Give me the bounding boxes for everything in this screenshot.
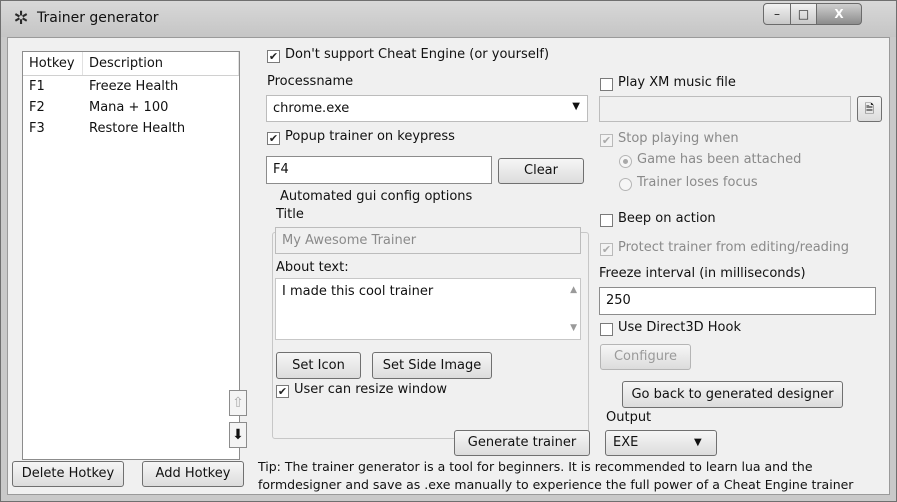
output-select[interactable]: EXE ▼ [605, 430, 717, 456]
direct3d-checkbox[interactable] [600, 323, 613, 336]
output-value: EXE [613, 435, 639, 450]
client-area: Hotkey Description F1 Freeze Health F2 M… [7, 37, 890, 495]
tip-line-1: Tip: The trainer generator is a tool for… [258, 459, 813, 474]
protect-label: Protect trainer from editing/reading [618, 240, 850, 255]
add-hotkey-button[interactable]: Add Hotkey [142, 461, 244, 487]
protect-checkbox[interactable]: ✔ [600, 243, 613, 256]
freeze-interval-input[interactable]: 250 [599, 287, 876, 315]
no-cheat-engine-checkbox[interactable]: ✔ [267, 50, 280, 63]
clear-button[interactable]: Clear [498, 158, 584, 184]
set-icon-button[interactable]: Set Icon [276, 352, 361, 379]
popup-label: Popup trainer on keypress [285, 129, 455, 144]
title-input[interactable]: My Awesome Trainer [275, 227, 581, 254]
no-cheat-engine-label: Don't support Cheat Engine (or yourself) [285, 47, 550, 62]
down-arrow-icon: ⬇ [232, 427, 244, 443]
radio-game-attached-label: Game has been attached [637, 152, 802, 167]
chevron-down-icon: ▼ [694, 437, 702, 448]
hotkey-row[interactable]: F3 Restore Health [23, 118, 239, 139]
chevron-down-icon: ▼ [572, 101, 580, 112]
hotkey-cell: F1 [29, 79, 45, 94]
generate-trainer-button[interactable]: Generate trainer [454, 430, 590, 456]
freeze-interval-label: Freeze interval (in milliseconds) [599, 266, 806, 281]
hotkey-cell: F3 [29, 121, 45, 136]
xm-file-input[interactable] [599, 96, 851, 122]
hotkey-cell: F2 [29, 100, 45, 115]
play-xm-label: Play XM music file [618, 75, 736, 90]
hotkey-row[interactable]: F2 Mana + 100 [23, 97, 239, 118]
stop-playing-checkbox[interactable]: ✔ [600, 134, 613, 147]
title-label: Title [276, 207, 304, 222]
browse-file-button[interactable]: 🗎 [857, 96, 882, 122]
delete-hotkey-button[interactable]: Delete Hotkey [12, 461, 124, 487]
hotkey-list-header: Hotkey Description [23, 52, 239, 76]
move-down-button[interactable]: ⬇ [229, 422, 247, 448]
hotkey-row[interactable]: F1 Freeze Health [23, 76, 239, 97]
trainer-generator-window: ✲ Trainer generator – □ X Hotkey Descrip… [0, 0, 897, 502]
description-cell: Mana + 100 [89, 100, 169, 115]
set-side-image-button[interactable]: Set Side Image [372, 352, 492, 379]
direct3d-label: Use Direct3D Hook [618, 320, 741, 335]
minimize-button[interactable]: – [763, 3, 791, 25]
about-label: About text: [276, 260, 349, 275]
scroll-down-icon[interactable]: ▼ [570, 323, 577, 333]
description-cell: Freeze Health [89, 79, 179, 94]
column-hotkey[interactable]: Hotkey [23, 52, 83, 75]
tip-line-2: formdesigner and save as .exe manually t… [258, 477, 854, 492]
up-arrow-icon: ⇧ [232, 395, 244, 411]
processname-select[interactable]: chrome.exe ▼ [266, 95, 588, 122]
beep-label: Beep on action [618, 211, 716, 226]
output-label: Output [606, 410, 652, 425]
move-up-button[interactable]: ⇧ [229, 390, 247, 416]
about-text: I made this cool trainer [282, 284, 434, 299]
beep-checkbox[interactable] [600, 214, 613, 227]
column-description[interactable]: Description [83, 52, 239, 75]
resize-checkbox[interactable]: ✔ [276, 385, 289, 398]
play-xm-checkbox[interactable] [600, 78, 613, 91]
configure-button[interactable]: Configure [600, 344, 691, 370]
description-cell: Restore Health [89, 121, 186, 136]
cheat-engine-gear-icon: ✲ [13, 8, 29, 29]
popup-checkbox[interactable]: ✔ [267, 132, 280, 145]
radio-game-attached[interactable] [619, 155, 632, 168]
title-bar[interactable]: ✲ Trainer generator – □ X [1, 1, 896, 37]
processname-value: chrome.exe [273, 101, 350, 116]
radio-loses-focus-label: Trainer loses focus [637, 175, 758, 190]
maximize-button[interactable]: □ [790, 3, 817, 25]
about-textarea[interactable]: I made this cool trainer ▲ ▼ [275, 278, 581, 340]
popup-key-input[interactable]: F4 [266, 156, 492, 184]
open-file-icon: 🗎 [864, 102, 875, 116]
stop-playing-label: Stop playing when [618, 131, 739, 146]
resize-label: User can resize window [294, 382, 447, 397]
scroll-up-icon[interactable]: ▲ [570, 285, 577, 295]
go-back-designer-button[interactable]: Go back to generated designer [622, 381, 843, 408]
processname-label: Processname [267, 74, 354, 89]
close-button[interactable]: X [816, 3, 862, 25]
gui-config-title: Automated gui config options [278, 189, 475, 204]
window-title: Trainer generator [37, 10, 159, 26]
radio-loses-focus[interactable] [619, 178, 632, 191]
hotkey-list[interactable]: Hotkey Description F1 Freeze Health F2 M… [22, 51, 240, 460]
